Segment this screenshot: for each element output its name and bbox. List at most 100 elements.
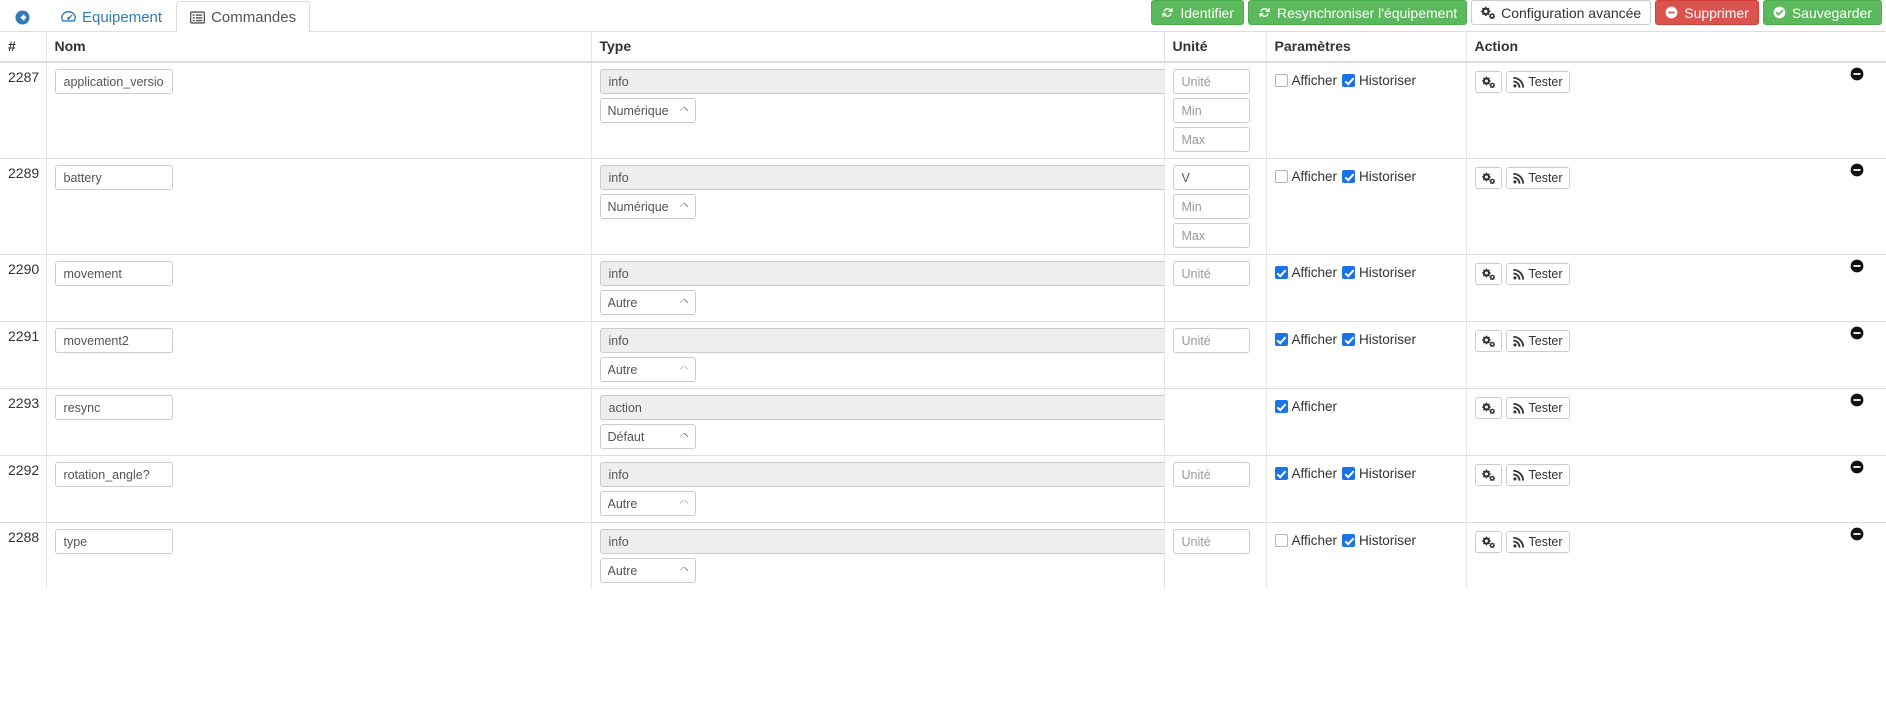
command-test-button[interactable]: Tester	[1505, 464, 1570, 486]
afficher-checkbox-item[interactable]: Afficher	[1274, 533, 1337, 548]
historiser-checkbox[interactable]	[1342, 170, 1356, 183]
command-remove-button[interactable]	[1850, 326, 1864, 340]
table-row-type: 2288 NumériqueBinaireAutreDéfautCurseurC…	[0, 522, 1886, 589]
command-name-input-application_version[interactable]	[54, 69, 173, 94]
command-remove-button[interactable]	[1850, 67, 1864, 81]
command-configure-button[interactable]	[1474, 71, 1502, 93]
command-test-button[interactable]: Tester	[1505, 397, 1570, 419]
command-configure-button[interactable]	[1474, 167, 1502, 189]
afficher-checkbox[interactable]	[1274, 74, 1288, 87]
command-name-input-resync[interactable]	[54, 395, 173, 420]
command-remove-button[interactable]	[1850, 460, 1864, 474]
row-id: 2291	[0, 321, 47, 389]
tab-back[interactable]	[0, 1, 47, 32]
command-subtype-select[interactable]: NumériqueBinaireAutreDéfautCurseurCouleu…	[599, 424, 696, 449]
min-input[interactable]	[1172, 194, 1250, 219]
command-test-button[interactable]: Tester	[1505, 71, 1570, 93]
historiser-checkbox-item[interactable]: Historiser	[1342, 332, 1416, 347]
tab-equipement[interactable]: Equipement	[47, 1, 176, 32]
historiser-checkbox[interactable]	[1342, 74, 1356, 87]
supprimer-button[interactable]: Supprimer	[1655, 0, 1759, 25]
historiser-checkbox-item[interactable]: Historiser	[1342, 466, 1416, 481]
historiser-checkbox[interactable]	[1342, 467, 1356, 480]
afficher-checkbox[interactable]	[1274, 170, 1288, 183]
command-name-input-movement2[interactable]	[54, 328, 173, 353]
commands-table: # Nom Type Unité Paramètres Action 2287 …	[0, 32, 1886, 589]
unit-input[interactable]	[1172, 462, 1250, 487]
afficher-checkbox[interactable]	[1274, 266, 1288, 279]
unit-input[interactable]	[1172, 165, 1250, 190]
unit-input[interactable]	[1172, 261, 1250, 286]
action-buttons-wrap: Tester	[1474, 527, 1879, 553]
afficher-checkbox-item[interactable]: Afficher	[1274, 332, 1337, 347]
historiser-checkbox[interactable]	[1342, 534, 1356, 547]
row-parametres-cell: Afficher Historiser	[1266, 455, 1467, 523]
command-test-button[interactable]: Tester	[1505, 167, 1570, 189]
historiser-checkbox-item[interactable]: Historiser	[1342, 533, 1416, 548]
afficher-checkbox-item[interactable]: Afficher	[1274, 265, 1337, 280]
command-configure-button[interactable]	[1474, 330, 1502, 352]
command-remove-button[interactable]	[1850, 163, 1864, 177]
historiser-checkbox-item[interactable]: Historiser	[1342, 265, 1416, 280]
command-name-input-type[interactable]	[54, 529, 173, 554]
identifier-button[interactable]: Identifier	[1151, 0, 1245, 25]
historiser-checkbox[interactable]	[1342, 333, 1356, 346]
max-input[interactable]	[1172, 127, 1250, 152]
max-input[interactable]	[1172, 223, 1250, 248]
command-subtype-select[interactable]: NumériqueBinaireAutreDéfautCurseurCouleu…	[599, 290, 696, 315]
historiser-checkbox[interactable]	[1342, 266, 1356, 279]
afficher-checkbox[interactable]	[1274, 534, 1288, 547]
command-subtype-selectwrap: NumériqueBinaireAutreDéfautCurseurCouleu…	[599, 491, 696, 516]
command-remove-button[interactable]	[1850, 393, 1864, 407]
historiser-checkbox-item[interactable]: Historiser	[1342, 169, 1416, 184]
afficher-label: Afficher	[1291, 399, 1338, 414]
afficher-checkbox-item[interactable]: Afficher	[1274, 399, 1338, 414]
afficher-checkbox-item[interactable]: Afficher	[1274, 466, 1337, 481]
unit-input[interactable]	[1172, 69, 1250, 94]
sauvegarder-button[interactable]: Sauvegarder	[1762, 0, 1882, 25]
command-subtype-select[interactable]: NumériqueBinaireAutreDéfautCurseurCouleu…	[599, 357, 696, 382]
row-parametres-cell: Afficher Historiser	[1266, 522, 1467, 589]
action-button-group: Tester	[1474, 531, 1570, 553]
command-name-input-rotation_angle?[interactable]	[54, 462, 173, 487]
command-test-label: Tester	[1528, 400, 1563, 415]
command-configure-button[interactable]	[1474, 397, 1502, 419]
tab-commandes[interactable]: Commandes	[176, 1, 311, 32]
row-action-cell: Tester	[1466, 321, 1886, 389]
command-configure-button[interactable]	[1474, 464, 1502, 486]
command-remove-button[interactable]	[1850, 259, 1864, 273]
command-name-input-movement[interactable]	[54, 261, 173, 286]
command-subtype-select[interactable]: NumériqueBinaireAutreDéfautCurseurCouleu…	[599, 98, 696, 123]
min-input[interactable]	[1172, 98, 1250, 123]
command-configure-button[interactable]	[1474, 263, 1502, 285]
row-action-cell: Tester	[1466, 254, 1886, 322]
command-subtype-select[interactable]: NumériqueBinaireAutreDéfautCurseurCouleu…	[599, 491, 696, 516]
row-type-cell: NumériqueBinaireAutreDéfautCurseurCouleu…	[591, 158, 1544, 255]
command-test-button[interactable]: Tester	[1505, 531, 1570, 553]
row-id: 2292	[0, 455, 47, 523]
command-remove-button[interactable]	[1850, 527, 1864, 541]
command-name-input-battery[interactable]	[54, 165, 173, 190]
historiser-checkbox-item[interactable]: Historiser	[1342, 73, 1416, 88]
afficher-checkbox-item[interactable]: Afficher	[1274, 169, 1337, 184]
tab-list: Equipement Commandes	[0, 0, 311, 32]
minus-circle-icon	[1850, 460, 1864, 474]
resynchroniser-button[interactable]: Resynchroniser l'équipement	[1248, 0, 1468, 25]
command-configure-button[interactable]	[1474, 531, 1502, 553]
afficher-checkbox[interactable]	[1274, 333, 1288, 346]
row-id: 2287	[0, 61, 47, 159]
afficher-checkbox[interactable]	[1274, 400, 1288, 413]
unit-input[interactable]	[1172, 328, 1250, 353]
afficher-checkbox[interactable]	[1274, 467, 1288, 480]
action-button-group: Tester	[1474, 397, 1570, 419]
configuration-avancee-button[interactable]: Configuration avancée	[1471, 0, 1652, 25]
unit-input[interactable]	[1172, 529, 1250, 554]
command-subtype-select[interactable]: NumériqueBinaireAutreDéfautCurseurCouleu…	[599, 194, 696, 219]
afficher-checkbox-item[interactable]: Afficher	[1274, 73, 1337, 88]
rss-icon	[1512, 335, 1525, 347]
rss-icon	[1512, 536, 1525, 548]
command-subtype-select[interactable]: NumériqueBinaireAutreDéfautCurseurCouleu…	[599, 558, 696, 583]
command-test-button[interactable]: Tester	[1505, 263, 1570, 285]
command-test-button[interactable]: Tester	[1505, 330, 1570, 352]
row-unite-cell	[1164, 254, 1267, 322]
